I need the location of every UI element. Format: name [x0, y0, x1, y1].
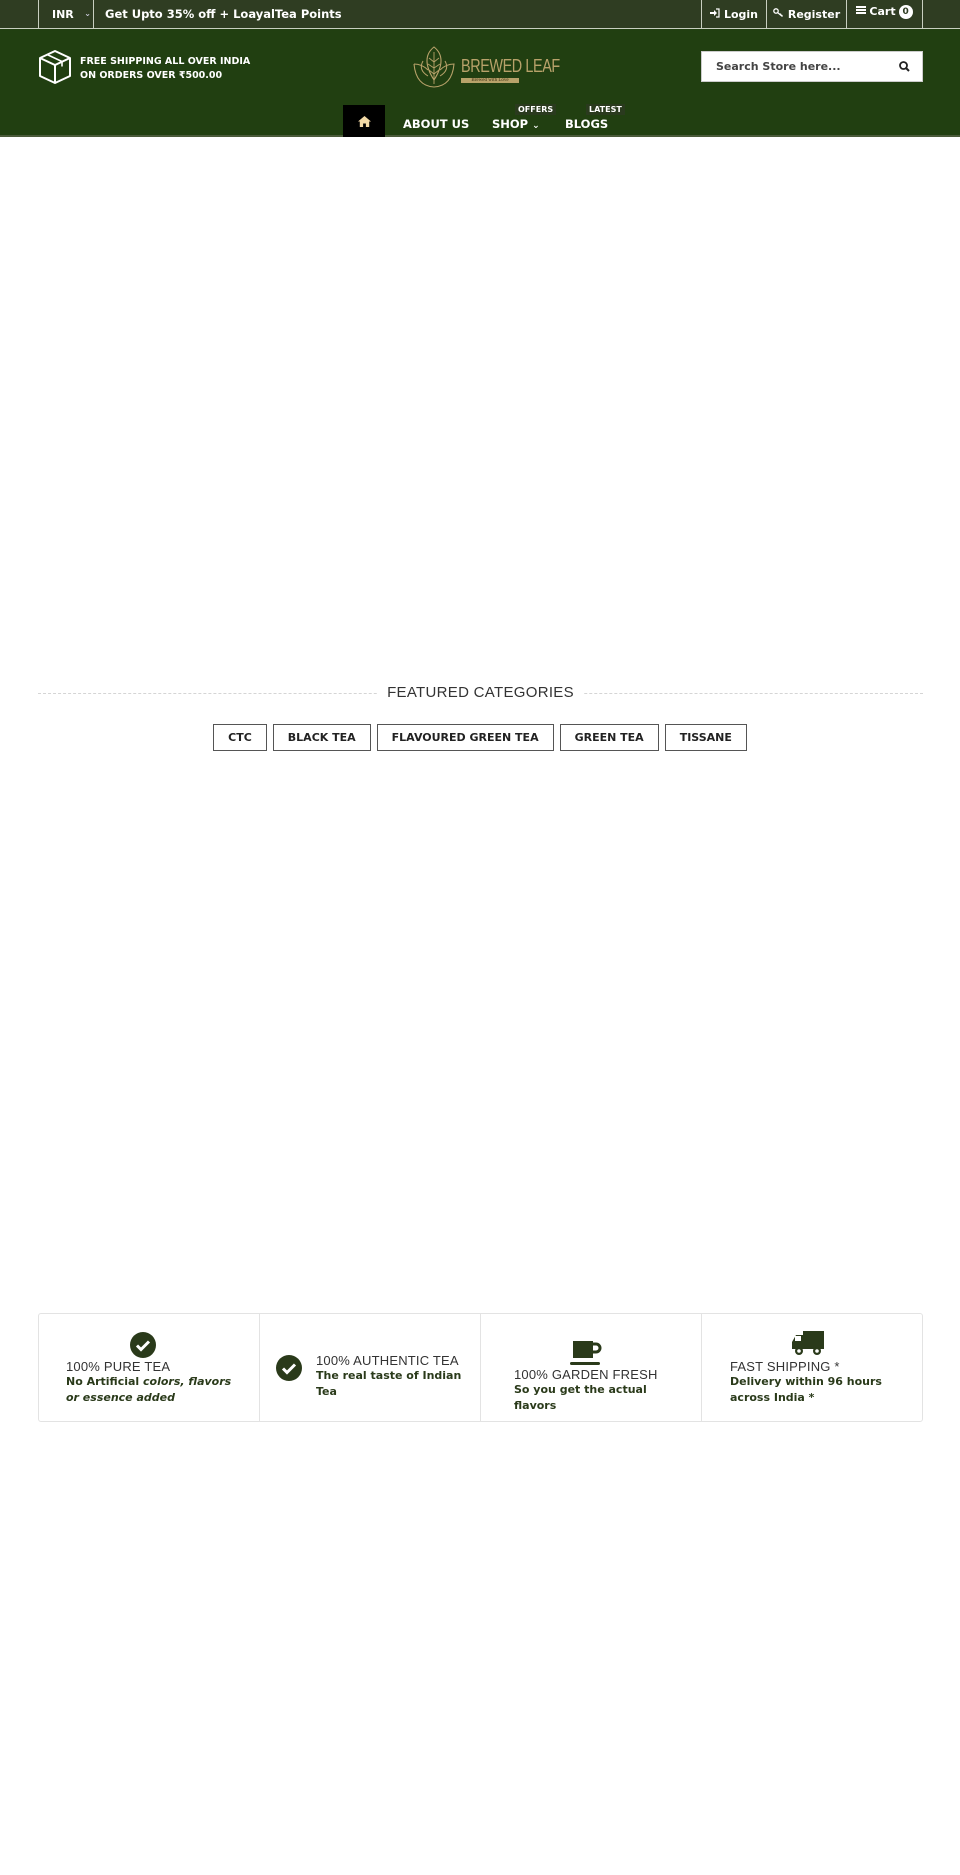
- category-tabs: CTC BLACK TEA FLAVOURED GREEN TEA GREEN …: [0, 724, 960, 751]
- home-icon: [357, 112, 371, 131]
- feature-fast-shipping: FAST SHIPPING * Delivery within 96 hours…: [702, 1314, 922, 1421]
- nav-home[interactable]: [343, 105, 385, 137]
- offers-badge: OFFERS: [515, 104, 557, 115]
- shipping-line-2: ON ORDERS OVER ₹500.00: [80, 70, 223, 81]
- section-title: FEATURED CATEGORIES: [377, 684, 584, 701]
- feature-title: 100% PURE TEA: [66, 1359, 171, 1374]
- search-icon: [898, 57, 910, 76]
- search-button[interactable]: [886, 52, 922, 81]
- logo-name: BREWED LEAF: [461, 55, 560, 76]
- box-icon: [38, 49, 72, 89]
- chevron-down-icon: ⌄: [84, 9, 91, 18]
- promo-text: Get Upto 35% off + LoayalTea Points: [105, 7, 342, 21]
- nav-blogs[interactable]: BLOGS: [565, 117, 608, 131]
- key-icon: [773, 8, 784, 21]
- latest-badge: LATEST: [586, 104, 625, 115]
- featured-categories-heading: FEATURED CATEGORIES: [38, 684, 923, 702]
- logo-tagline: Brewed with Love: [461, 77, 519, 83]
- feature-subtitle: So you get the actual flavors: [514, 1383, 647, 1412]
- currency-select[interactable]: INR ⌄: [38, 0, 94, 29]
- category-tissane[interactable]: TISSANE: [664, 724, 747, 751]
- login-label: Login: [723, 8, 759, 21]
- feature-subtitle: No Artificial: [66, 1375, 144, 1388]
- cart-count-badge: 0: [898, 4, 913, 19]
- feature-pure-tea: 100% PURE TEA No Artificial colors, flav…: [39, 1314, 260, 1421]
- main-nav: ABOUT US SHOP ⌄ OFFERS BLOGS LATEST: [0, 104, 960, 137]
- category-ctc[interactable]: CTC: [213, 724, 267, 751]
- cart-icon: [856, 5, 867, 18]
- login-link[interactable]: Login: [701, 0, 766, 29]
- check-circle-icon: [130, 1332, 156, 1362]
- brand-logo[interactable]: BREWED LEAF Brewed with Love: [410, 44, 585, 94]
- feature-garden-fresh: 100% GARDEN FRESH So you get the actual …: [481, 1314, 702, 1421]
- feature-title: 100% GARDEN FRESH: [514, 1367, 658, 1382]
- cart-label: Cart: [869, 5, 896, 18]
- site-header: FREE SHIPPING ALL OVER INDIA ON ORDERS O…: [0, 29, 960, 137]
- cart-button[interactable]: Cart 0: [846, 0, 923, 29]
- search-input[interactable]: [702, 60, 886, 73]
- category-green-tea[interactable]: GREEN TEA: [559, 724, 659, 751]
- truck-icon: [792, 1331, 824, 1361]
- nav-shop[interactable]: SHOP ⌄: [492, 117, 540, 131]
- shipping-line-1: FREE SHIPPING ALL OVER INDIA: [80, 56, 251, 67]
- search-box: [701, 51, 923, 82]
- category-flavoured-green-tea[interactable]: FLAVOURED GREEN TEA: [376, 724, 554, 751]
- category-black-tea[interactable]: BLACK TEA: [272, 724, 371, 751]
- register-label: Register: [787, 8, 841, 21]
- top-bar: INR ⌄ Get Upto 35% off + LoayalTea Point…: [0, 0, 960, 29]
- feature-title: FAST SHIPPING *: [730, 1359, 840, 1374]
- currency-value: INR: [52, 8, 74, 21]
- check-circle-icon: [276, 1355, 302, 1385]
- register-link[interactable]: Register: [766, 0, 846, 29]
- feature-subtitle: Delivery within 96 hours across India *: [730, 1375, 882, 1404]
- feature-subtitle: The real taste of Indian Tea: [316, 1369, 462, 1398]
- nav-shop-label: SHOP: [492, 117, 529, 131]
- nav-about-us[interactable]: ABOUT US: [403, 117, 469, 131]
- feature-title: 100% AUTHENTIC TEA: [316, 1353, 459, 1368]
- feature-authentic-tea: 100% AUTHENTIC TEA The real taste of Ind…: [260, 1314, 481, 1421]
- sign-in-icon: [709, 8, 720, 21]
- features-strip: 100% PURE TEA No Artificial colors, flav…: [38, 1313, 923, 1422]
- leaf-logo-icon: [410, 44, 458, 94]
- free-shipping-notice: FREE SHIPPING ALL OVER INDIA ON ORDERS O…: [38, 49, 250, 89]
- chevron-down-icon: ⌄: [532, 121, 540, 131]
